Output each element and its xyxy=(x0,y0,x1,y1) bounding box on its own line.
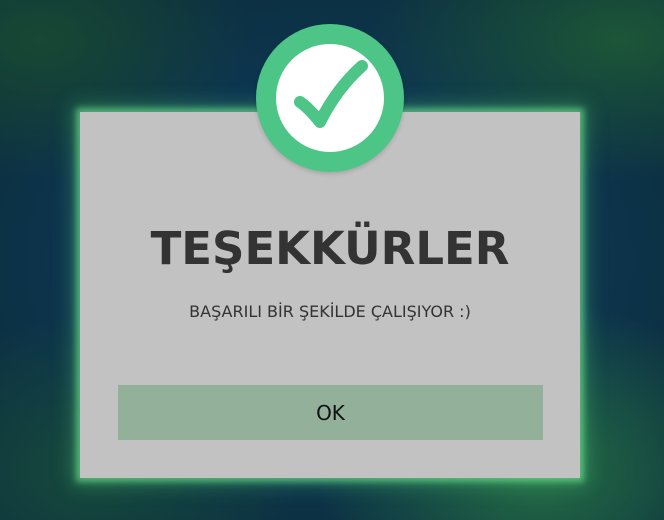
badge-inner-circle xyxy=(276,44,384,152)
checkmark-icon xyxy=(294,60,368,128)
dialog-message: BAŞARILI BİR ŞEKİLDE ÇALIŞIYOR :) xyxy=(189,302,471,321)
success-badge xyxy=(256,24,404,172)
dialog-title: TEŞEKKÜRLER xyxy=(150,222,510,275)
ok-button[interactable]: OK xyxy=(118,385,543,440)
